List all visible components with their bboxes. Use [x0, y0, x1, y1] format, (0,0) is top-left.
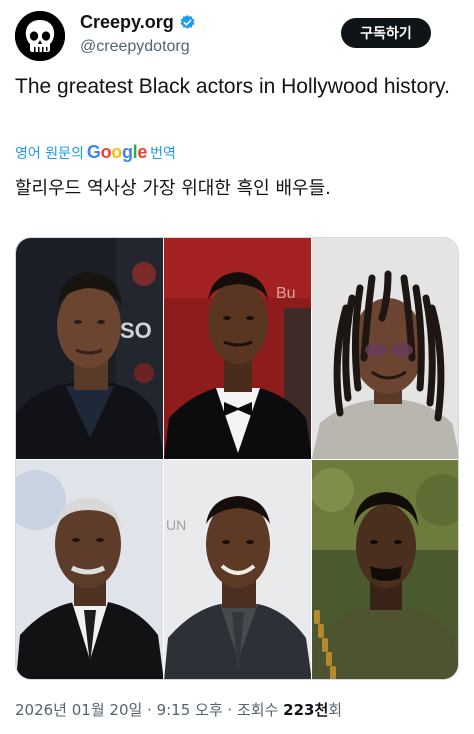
author-display-name: Creepy.org — [80, 12, 174, 32]
author-name[interactable]: Creepy.org — [80, 12, 196, 33]
portrait-image: Bu — [164, 238, 312, 459]
photo-actor-6[interactable] — [312, 460, 458, 679]
google-logo: Google — [86, 142, 148, 162]
tweet-timestamp[interactable]: 2026년 01월 20일 · 9:15 오후 · 조회수 — [15, 701, 278, 719]
author-handle[interactable]: @creepydotorg — [80, 38, 196, 56]
portrait-image — [312, 460, 458, 679]
author-avatar[interactable] — [15, 11, 65, 61]
backdrop-text-1: SO — [120, 318, 152, 343]
portrait-image: UN — [164, 460, 312, 679]
view-count: 223천 — [283, 701, 329, 719]
photo-actor-1[interactable]: SO — [16, 238, 164, 459]
backdrop-text-2: Bu — [276, 285, 296, 302]
tweet-header: Creepy.org @creepydotorg 구독하기 — [15, 10, 459, 62]
verified-badge-icon — [180, 15, 195, 29]
photo-actor-4[interactable] — [16, 460, 164, 679]
translation-attribution[interactable]: 영어 원문의 Google 번역 — [15, 142, 176, 163]
photo-actor-5[interactable]: UN — [164, 460, 312, 679]
tweet-text: The greatest Black actors in Hollywood h… — [15, 75, 450, 98]
author-info: Creepy.org @creepydotorg — [80, 12, 196, 56]
skull-icon — [15, 11, 65, 61]
backdrop-text-3: UN — [166, 517, 186, 533]
translate-prefix: 영어 원문의 — [15, 145, 84, 162]
media-grid[interactable]: SO Bu UN — [15, 237, 459, 680]
photo-actor-3[interactable] — [312, 238, 458, 459]
translated-text: 할리우드 역사상 가장 위대한 흑인 배우들. — [15, 178, 331, 199]
portrait-image — [312, 238, 458, 459]
portrait-image: SO — [16, 238, 164, 459]
view-count-suffix: 회 — [328, 701, 343, 719]
grid-divider — [16, 459, 458, 460]
tweet-meta: 2026년 01월 20일 · 9:15 오후 · 조회수 223천회 — [15, 699, 342, 720]
subscribe-button[interactable]: 구독하기 — [341, 18, 431, 48]
photo-actor-2[interactable]: Bu — [164, 238, 312, 459]
portrait-image — [16, 460, 164, 679]
translate-suffix: 번역 — [150, 145, 176, 162]
